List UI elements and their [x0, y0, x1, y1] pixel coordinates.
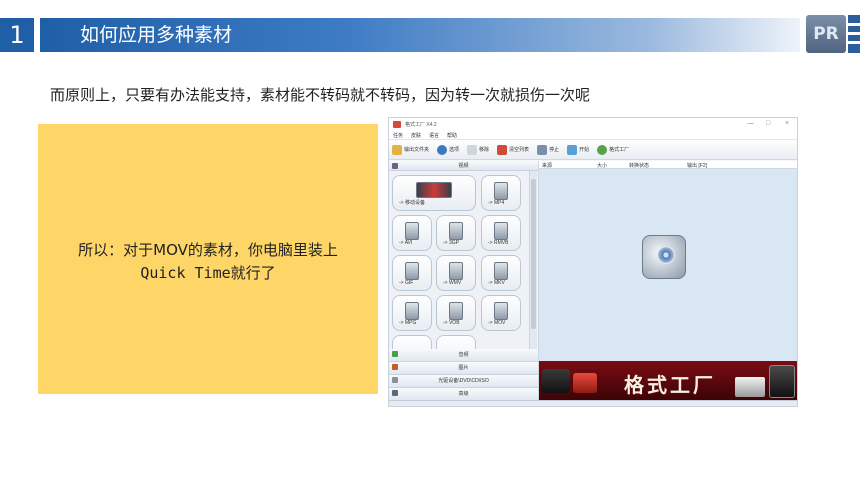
- start-icon: [567, 144, 578, 155]
- category-rom-device[interactable]: 光驱设备\DVD\CD\ISO: [389, 375, 538, 388]
- tile-partial[interactable]: [392, 335, 432, 349]
- tile-mp4[interactable]: -> MP4: [481, 175, 521, 211]
- avi-icon: [405, 222, 419, 240]
- minimize-button[interactable]: —: [747, 120, 754, 127]
- scroll-thumb[interactable]: [531, 179, 536, 329]
- clear-list-button[interactable]: 清空列表: [497, 144, 529, 155]
- task-list-header: 来源 大小 转换状态 输出 [F2]: [539, 161, 797, 169]
- grid-scrollbar[interactable]: [529, 171, 537, 349]
- note-line-2: Quick Time就行了: [140, 264, 276, 282]
- col-source[interactable]: 来源: [542, 162, 552, 169]
- status-bar: [389, 400, 797, 406]
- camera-icon: [573, 373, 597, 393]
- menu-help[interactable]: 帮助: [447, 132, 457, 139]
- options-button[interactable]: 选项: [437, 144, 459, 155]
- tile-partial-2[interactable]: [436, 335, 476, 349]
- note-line-1: 所以：对于MOV的素材，你电脑里装上: [78, 241, 338, 259]
- audio-icon: [392, 351, 398, 357]
- bottom-categories: 音频 图片 光驱设备\DVD\CD\ISO 高级: [389, 349, 538, 401]
- stop-icon: [537, 144, 548, 155]
- disc-icon: [392, 377, 398, 383]
- menu-language[interactable]: 语言: [429, 132, 439, 139]
- slide-title: 如何应用多种素材: [80, 24, 233, 46]
- col-output[interactable]: 输出 [F2]: [687, 162, 707, 169]
- category-video[interactable]: 视频: [389, 161, 538, 171]
- category-audio[interactable]: 音频: [389, 349, 538, 362]
- format-grid: -> 移动设备 -> MP4 -> AVI -> 3GP -> RMVB -> …: [389, 171, 538, 349]
- logo-strip: [848, 15, 860, 53]
- format-factory-window: 格式工厂 X4.2 — □ × 任务 皮肤 语言 帮助 输出文件夹 选项 移除 …: [388, 117, 798, 407]
- tile-avi[interactable]: -> AVI: [392, 215, 432, 251]
- stop-button[interactable]: 停止: [537, 144, 559, 155]
- clear-icon: [497, 144, 508, 155]
- banner-text: 格式工厂: [624, 373, 716, 397]
- phone-icon: [769, 365, 795, 398]
- app-titlebar: 格式工厂 X4.2 — □ ×: [389, 118, 797, 131]
- app-window-title: 格式工厂 X4.2: [405, 122, 437, 128]
- remove-icon: [467, 144, 478, 155]
- mkv-icon: [494, 262, 508, 280]
- tile-mov[interactable]: -> MOV: [481, 295, 521, 331]
- category-picture[interactable]: 图片: [389, 362, 538, 375]
- vob-icon: [449, 302, 463, 320]
- tile-3gp[interactable]: -> 3GP: [436, 215, 476, 251]
- col-status[interactable]: 转换状态: [629, 162, 649, 169]
- menu-bar: 任务 皮肤 语言 帮助: [389, 131, 797, 140]
- camcorder-icon: [542, 369, 570, 393]
- 3gp-icon: [449, 222, 463, 240]
- quicktime-mov-icon: [494, 302, 508, 320]
- remove-button[interactable]: 移除: [467, 144, 489, 155]
- slide-number: 1: [0, 18, 34, 52]
- format-factory-icon: [597, 144, 608, 155]
- gif-icon: [405, 262, 419, 280]
- note-box: 所以：对于MOV的素材，你电脑里装上 Quick Time就行了: [38, 124, 378, 394]
- printer-icon: [735, 377, 765, 397]
- mobile-devices-icon: [416, 182, 452, 198]
- category-pane: 视频 -> 移动设备 -> MP4 -> AVI -> 3GP -> RMVB …: [389, 161, 539, 406]
- tile-wmv[interactable]: -> WMV: [436, 255, 476, 291]
- format-factory-button[interactable]: 格式工厂: [597, 144, 629, 155]
- mp4-icon: [494, 182, 508, 200]
- rmvb-icon: [494, 222, 508, 240]
- maximize-button[interactable]: □: [766, 120, 770, 127]
- tile-mobile[interactable]: -> 移动设备: [392, 175, 476, 211]
- task-drop-area[interactable]: [539, 169, 797, 369]
- start-button[interactable]: 开始: [567, 144, 589, 155]
- tile-gif[interactable]: -> GIF: [392, 255, 432, 291]
- wmv-icon: [449, 262, 463, 280]
- mpg-icon: [405, 302, 419, 320]
- col-size[interactable]: 大小: [597, 162, 607, 169]
- folder-icon: [392, 144, 402, 155]
- video-category-icon: [392, 163, 398, 169]
- toolbar: 输出文件夹 选项 移除 清空列表 停止 开始 格式工厂: [389, 140, 797, 160]
- output-folder-button[interactable]: 输出文件夹: [392, 144, 429, 155]
- premiere-logo-icon: PR: [806, 15, 846, 53]
- close-button[interactable]: ×: [785, 120, 789, 127]
- promo-banner[interactable]: 格式工厂: [539, 361, 797, 401]
- picture-icon: [392, 364, 398, 370]
- task-pane: 来源 大小 转换状态 输出 [F2] 格式工厂: [539, 161, 797, 406]
- app-icon: [393, 121, 401, 128]
- menu-task[interactable]: 任务: [393, 132, 403, 139]
- intro-text: 而原则上，只要有办法能支持，素材能不转码就不转码，因为转一次就损伤一次呢: [50, 86, 591, 104]
- tile-rmvb[interactable]: -> RMVB: [481, 215, 521, 251]
- options-icon: [437, 144, 448, 155]
- tile-mpg[interactable]: -> MPG: [392, 295, 432, 331]
- tile-vob[interactable]: -> VOB: [436, 295, 476, 331]
- format-factory-logo-icon: [642, 235, 686, 279]
- menu-skin[interactable]: 皮肤: [411, 132, 421, 139]
- advanced-icon: [392, 390, 398, 396]
- tile-mkv[interactable]: -> MKV: [481, 255, 521, 291]
